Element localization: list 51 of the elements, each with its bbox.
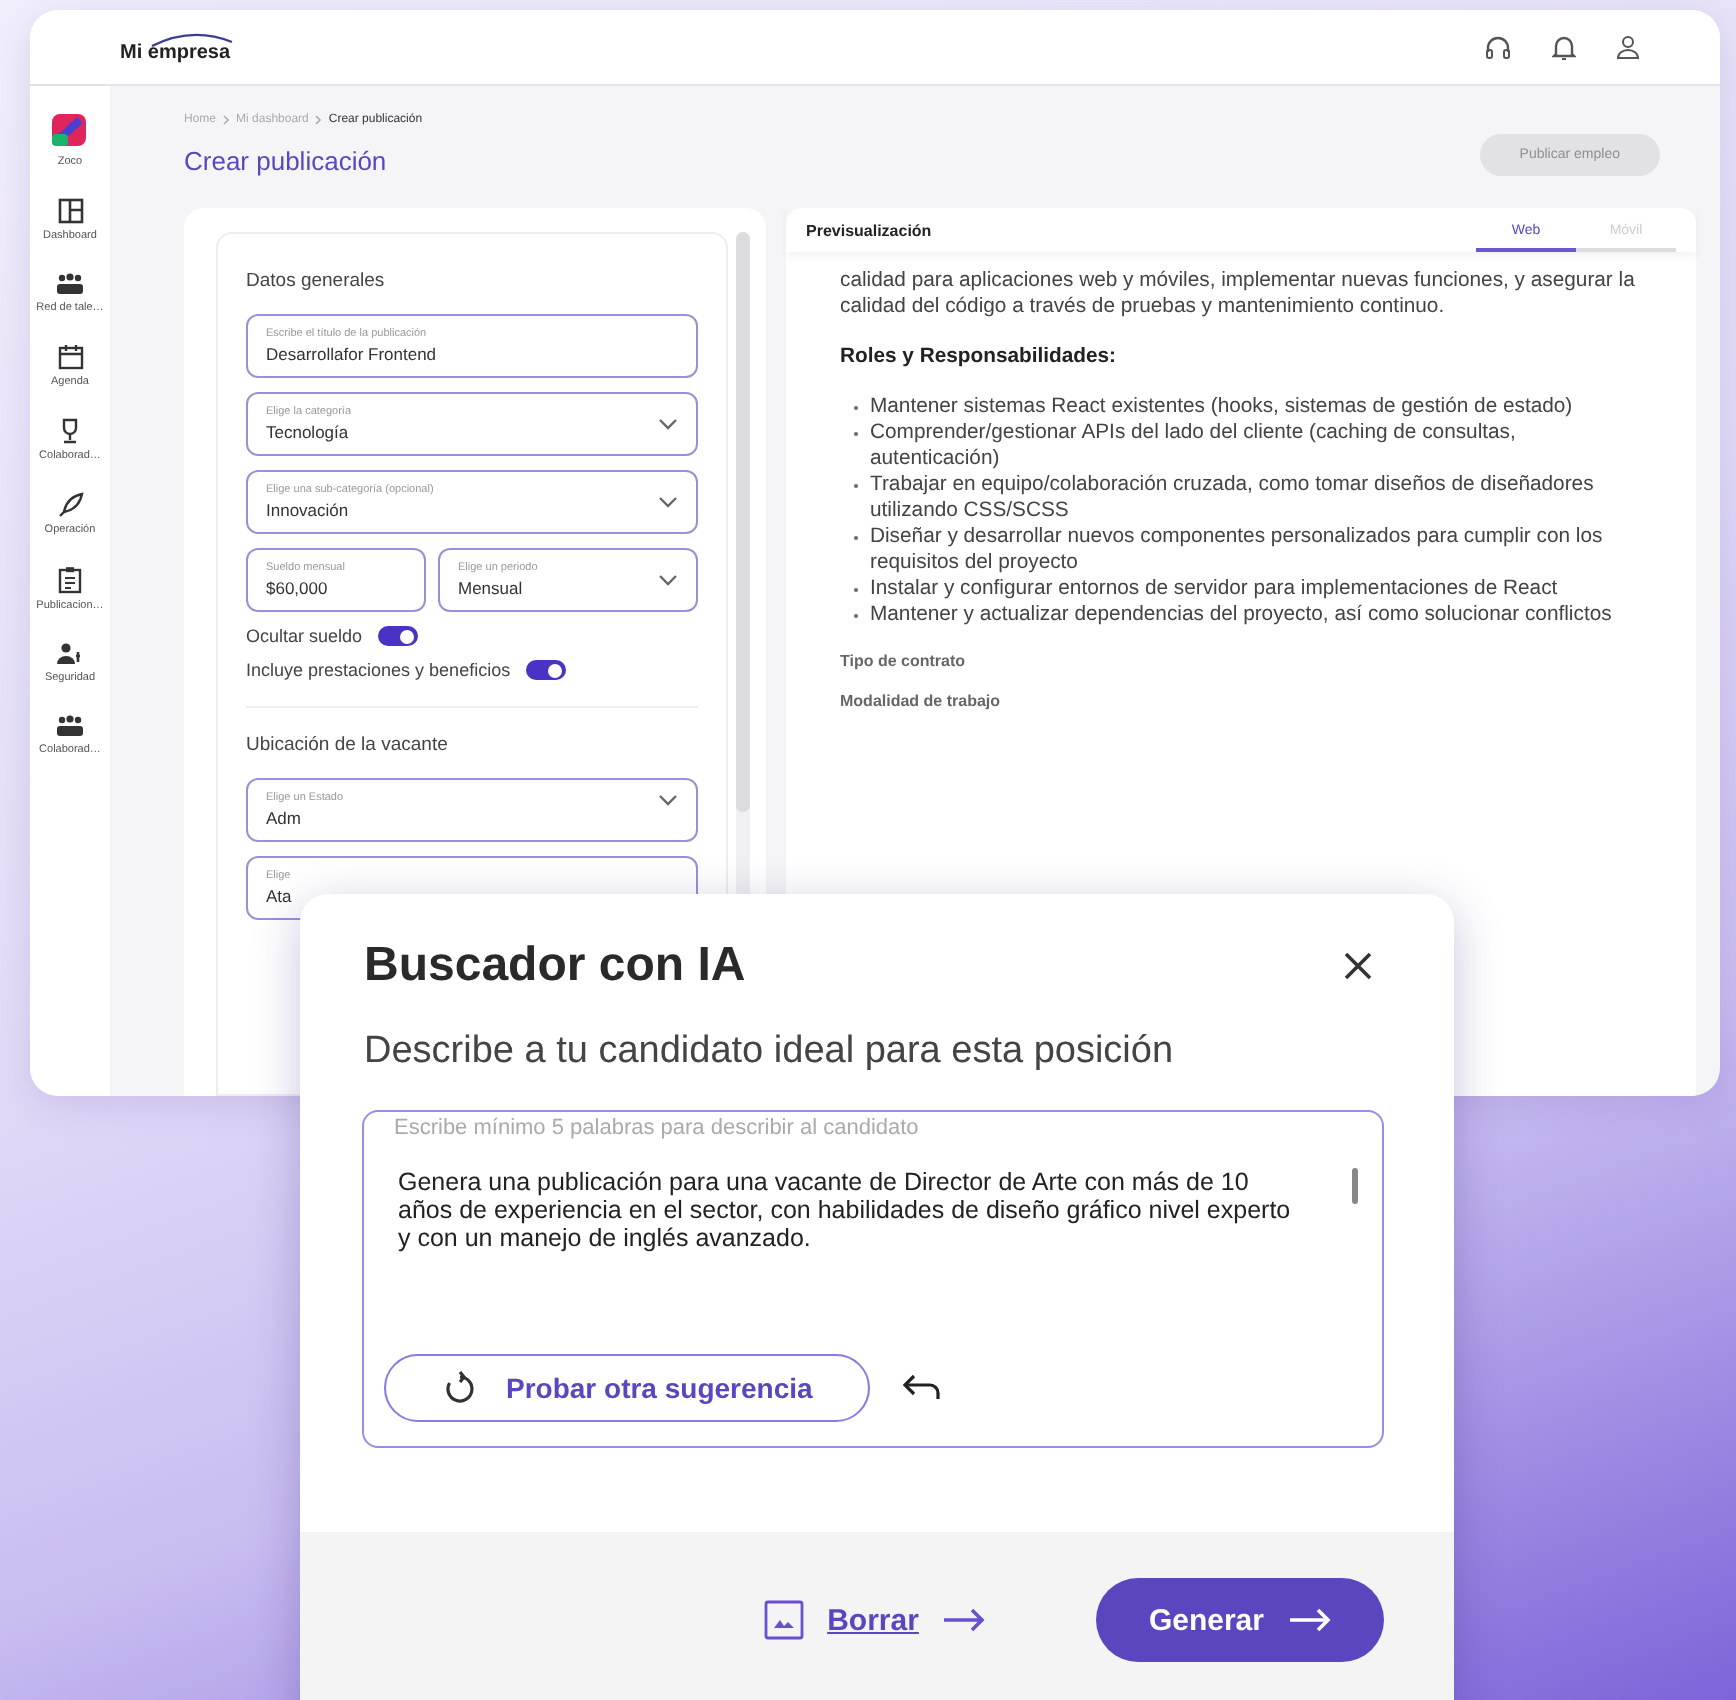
scrollbar-thumb[interactable]	[1352, 1168, 1358, 1204]
chevron-down-icon	[658, 496, 678, 508]
toggle-label: Incluye prestaciones y beneficios	[246, 660, 511, 680]
prompt-area[interactable]	[362, 1110, 1384, 1448]
user-icon[interactable]	[1616, 33, 1640, 61]
suggest-button[interactable]: Probar otra sugerencia	[384, 1354, 871, 1422]
section-heading: Roles y Responsabilidades:	[840, 344, 1119, 370]
bullet-item: Mantener sistemas React existentes (hooks, sistemas de gestión de estado)	[850, 394, 1640, 420]
arrow-right-icon	[942, 1608, 987, 1632]
headset-icon[interactable]	[1484, 33, 1512, 61]
chevron-right-icon	[314, 114, 323, 126]
dialog-subtitle: Describe a tu candidato ideal para esta posición	[364, 1030, 1176, 1074]
preview-title: Previsualización	[806, 221, 932, 239]
bullet-item: Instalar y configurar entornos de servidor para implementaciones de React	[850, 576, 1640, 602]
chevron-down-icon	[658, 574, 678, 586]
dashboard-icon	[57, 198, 83, 224]
people-icon	[56, 272, 84, 296]
description-paragraph: calidad para aplicaciones web y móviles, implementar nuevas funciones, y asegurar la calidad del código a través de pruebas y mantenimiento continuo.	[840, 268, 1637, 320]
toggle-label: Ocultar sueldo	[246, 626, 363, 646]
toggle-switch[interactable]	[526, 660, 567, 680]
image-icon[interactable]	[763, 1600, 804, 1640]
bell-icon[interactable]	[1552, 33, 1576, 61]
toggle-switch[interactable]	[378, 626, 419, 646]
arrow-right-icon	[1288, 1608, 1332, 1632]
section-title: Datos generales	[246, 270, 387, 292]
clear-link[interactable]: Borrar	[827, 1603, 919, 1637]
refresh-icon	[442, 1370, 478, 1406]
section-heading: Modalidad de trabajo	[840, 692, 1003, 712]
company-logo: Mi empresa	[120, 31, 236, 63]
clipboard-icon	[58, 566, 82, 594]
user-shield-icon	[56, 642, 84, 666]
dialog-title: Buscador con IA	[364, 938, 746, 994]
chevron-down-icon	[658, 418, 678, 430]
bullet-item: Diseñar y desarrollar nuevos componentes personalizados para cumplir con los requisitos del proyecto	[850, 524, 1640, 576]
trophy-icon	[58, 418, 82, 444]
generate-button[interactable]: Generar	[1096, 1578, 1384, 1662]
chevron-right-icon	[222, 114, 231, 126]
bullet-item: Trabajar en equipo/colaboración cruzada, como tomar diseños de diseñadores utilizando CSS/SCSS	[850, 472, 1640, 524]
scrollbar-thumb[interactable]	[736, 232, 750, 812]
bullet-item: Comprender/gestionar APIs del lado del cliente (caching de consultas, autenticación)	[850, 420, 1640, 472]
chevron-down-icon	[658, 794, 678, 806]
section-title: Ubicación de la vacante	[246, 734, 450, 756]
bullet-item: Mantener y actualizar dependencias del proyecto, así como solucionar conflictos	[850, 602, 1640, 628]
calendar-icon	[57, 344, 83, 370]
undo-icon[interactable]	[902, 1374, 943, 1402]
field-label: Escribe mínimo 5 palabras para describir al candidato	[394, 1116, 921, 1140]
close-icon[interactable]	[1342, 950, 1374, 982]
page-title: Crear publicación	[184, 146, 389, 176]
brand-logo-icon[interactable]	[50, 110, 90, 150]
section-heading: Tipo de contrato	[840, 652, 968, 672]
people-icon	[56, 714, 84, 738]
